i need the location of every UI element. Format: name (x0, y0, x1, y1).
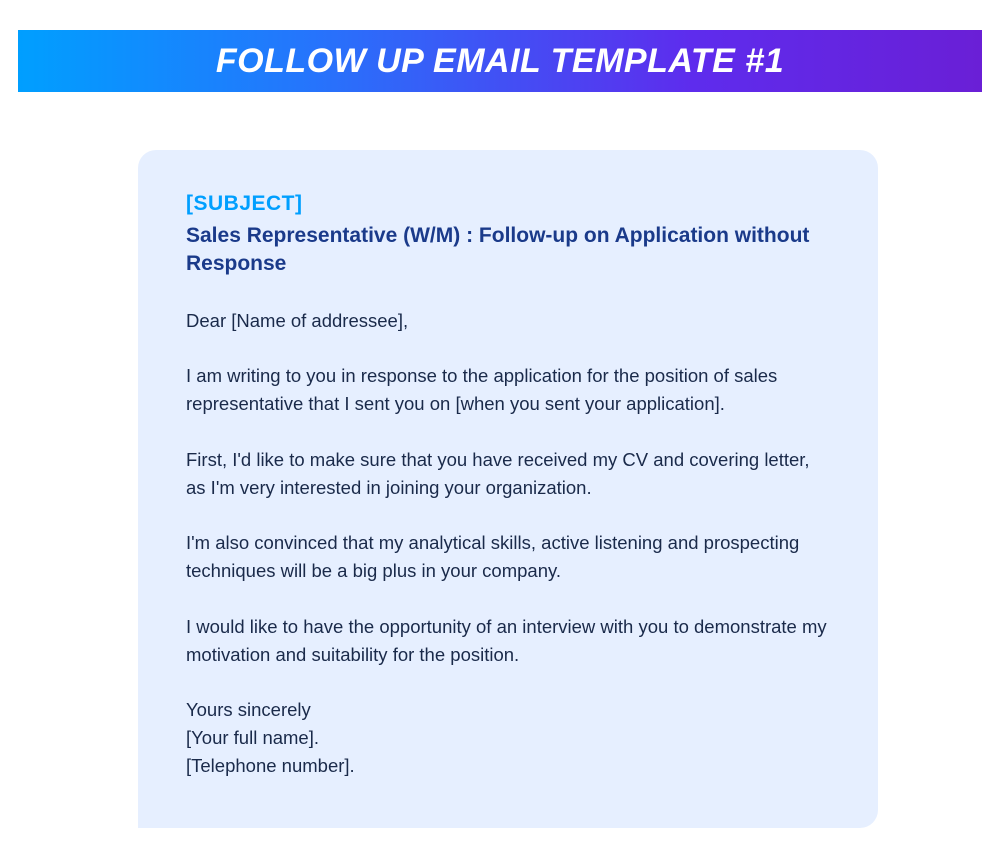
header-bar: FOLLOW UP EMAIL TEMPLATE #1 (18, 30, 982, 92)
email-card: [SUBJECT] Sales Representative (W/M) : F… (138, 150, 878, 828)
signoff-name: [Your full name]. (186, 724, 830, 752)
subject-label: [SUBJECT] (186, 192, 830, 216)
paragraph-4: I would like to have the opportunity of … (186, 613, 830, 669)
subject-text: Sales Representative (W/M) : Follow-up o… (186, 222, 830, 279)
paragraph-1: I am writing to you in response to the a… (186, 362, 830, 418)
signoff-closing: Yours sincerely (186, 696, 830, 724)
paragraph-2: First, I'd like to make sure that you ha… (186, 446, 830, 502)
paragraph-3: I'm also convinced that my analytical sk… (186, 529, 830, 585)
header-title: FOLLOW UP EMAIL TEMPLATE #1 (216, 42, 784, 81)
greeting: Dear [Name of addressee], (186, 307, 830, 335)
signoff: Yours sincerely [Your full name]. [Telep… (186, 696, 830, 779)
signoff-phone: [Telephone number]. (186, 752, 830, 780)
email-body: Dear [Name of addressee], I am writing t… (186, 307, 830, 780)
